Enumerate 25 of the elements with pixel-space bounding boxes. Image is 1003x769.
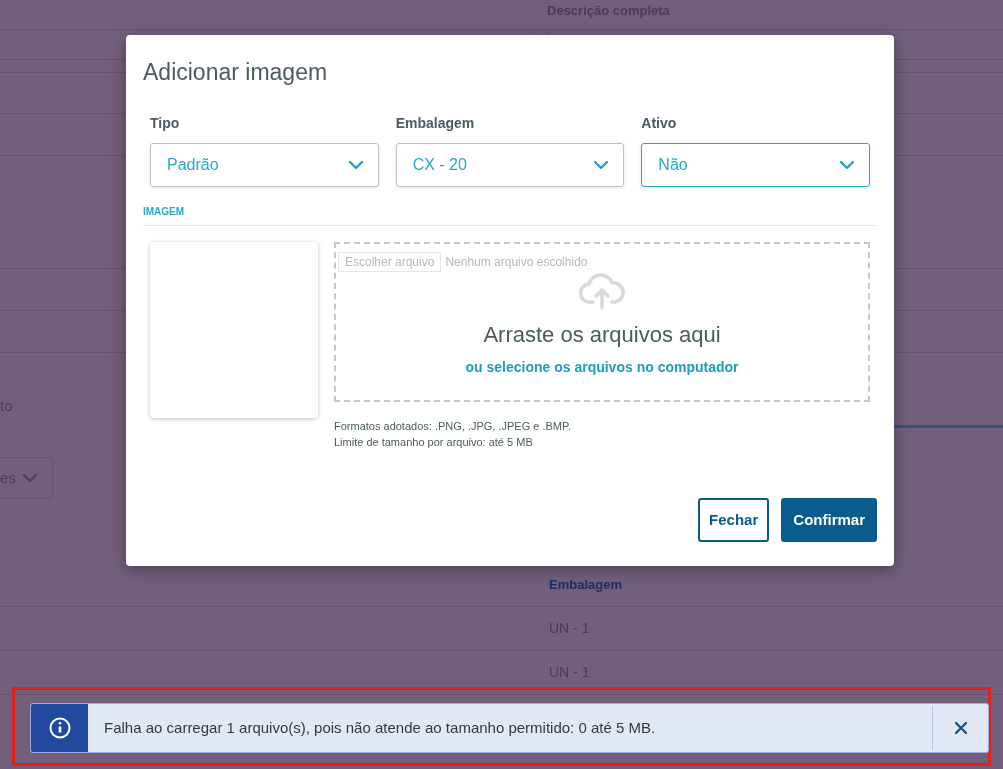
section-label: IMAGEM [143, 205, 186, 219]
help-text: Formatos adotados: .PNG, .JPG, .JPEG e .BMP. [334, 419, 572, 434]
select-files-link[interactable]: ou selecione os arquivos no computador [465, 357, 739, 378]
help-text: Limite de tamanho por arquivo: até 5 MB [334, 435, 534, 450]
field-label: Embalagem [395, 114, 476, 133]
confirm-button[interactable]: Confirmar [781, 498, 877, 542]
cloud-upload-icon [579, 272, 625, 310]
drop-zone[interactable]: Escolher arquivo Nenhum arquivo escolhido Arraste os arquivos aqui ou selecione os arquivos no computador [334, 242, 870, 402]
chevron-down-icon [21, 473, 38, 483]
field-label: Ativo [641, 114, 678, 133]
chevron-down-icon [839, 160, 855, 170]
drop-title: Arraste os arquivos aqui [483, 321, 721, 349]
file-status: Nenhum arquivo escolhido [445, 254, 588, 271]
toast-message: Falha ao carregar 1 arquivo(s), pois não atende ao tamanho permitido: 0 até 5 MB. [104, 717, 657, 738]
select-field[interactable]: Padrão [150, 143, 379, 187]
info-icon [48, 717, 71, 739]
select-field[interactable]: Não [641, 143, 870, 187]
column-header: Embalagem [549, 575, 622, 594]
choose-file-button[interactable]: Escolher arquivo [338, 252, 442, 272]
chevron-down-icon [347, 160, 364, 170]
field-label: Tipo [150, 114, 181, 133]
select-field[interactable]: CX - 20 [395, 143, 625, 187]
close-button[interactable]: Fechar [698, 498, 770, 542]
dialog-title: Adicionar imagem [143, 58, 329, 87]
chevron-down-icon [593, 160, 610, 170]
